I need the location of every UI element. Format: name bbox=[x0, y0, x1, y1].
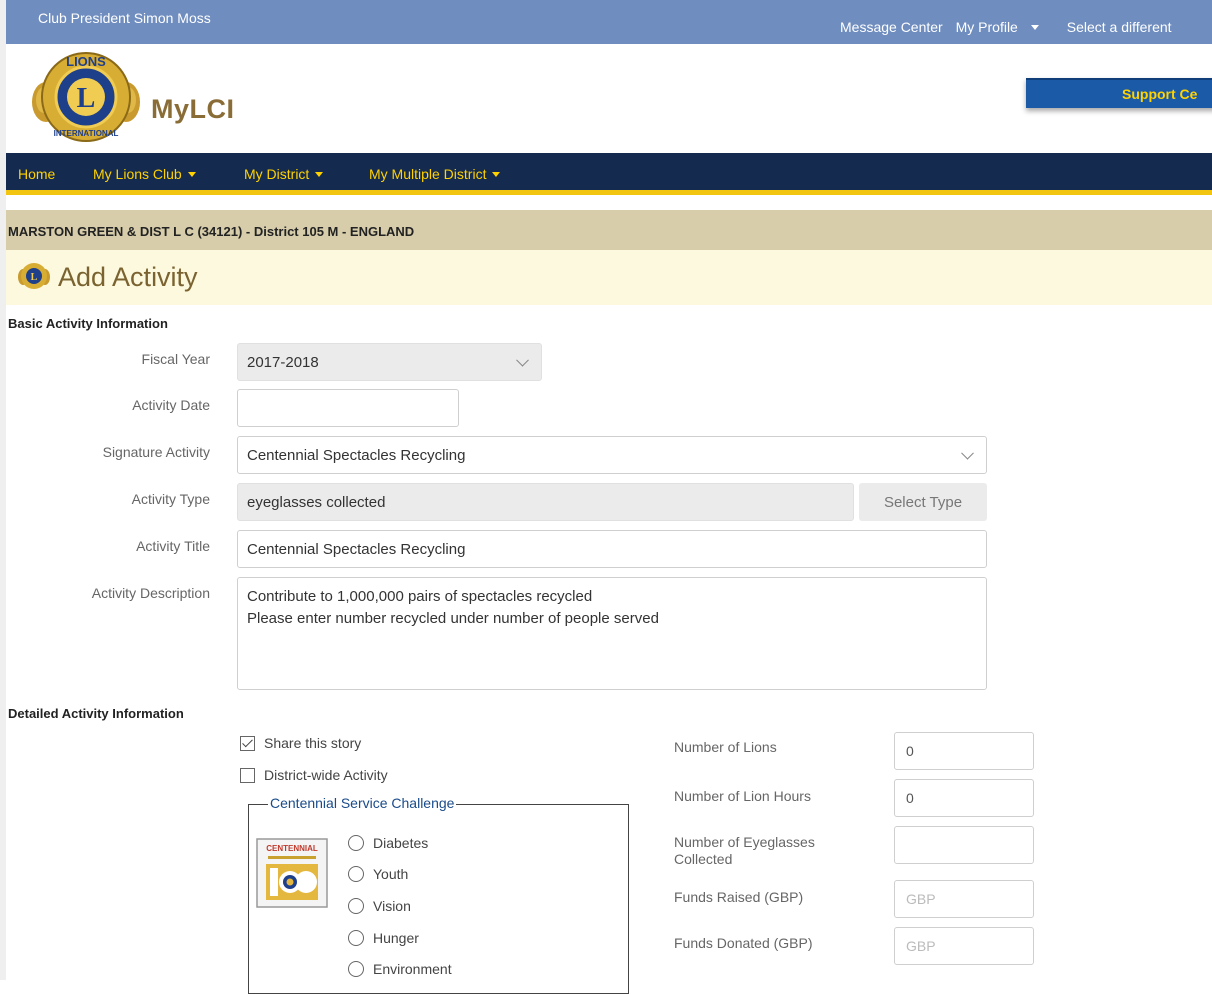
activity-title-label: Activity Title bbox=[136, 538, 210, 554]
svg-text:LIONS: LIONS bbox=[66, 54, 106, 69]
activity-type-field: eyeglasses collected bbox=[237, 483, 854, 521]
radio-youth[interactable]: Youth bbox=[348, 866, 408, 882]
activity-date-label: Activity Date bbox=[132, 397, 210, 413]
eyeglasses-collected-input[interactable] bbox=[894, 826, 1034, 864]
signature-activity-value: Centennial Spectacles Recycling bbox=[247, 446, 466, 464]
club-banner: MARSTON GREEN & DIST L C (34121) - Distr… bbox=[6, 210, 1212, 250]
activity-title-input[interactable]: Centennial Spectacles Recycling bbox=[237, 530, 987, 568]
svg-text:L: L bbox=[31, 272, 38, 283]
header: L LIONS INTERNATIONAL MyLCI Support Ce bbox=[6, 44, 1212, 153]
centennial-challenge-logo: CENTENNIAL bbox=[256, 838, 328, 908]
eyeglasses-label-line-2: Collected bbox=[674, 851, 733, 867]
radio-hunger-label: Hunger bbox=[373, 930, 419, 946]
radio-icon bbox=[348, 961, 364, 977]
radio-diabetes[interactable]: Diabetes bbox=[348, 835, 428, 851]
user-role-name: Club President Simon Moss bbox=[38, 10, 211, 26]
radio-vision-label: Vision bbox=[373, 898, 411, 914]
nav-my-multiple-district-label: My Multiple District bbox=[369, 166, 487, 182]
centennial-logo-text: CENTENNIAL bbox=[266, 844, 318, 853]
chevron-down-icon bbox=[1030, 24, 1039, 30]
share-story-label: Share this story bbox=[264, 735, 362, 751]
chevron-down-icon bbox=[187, 171, 196, 177]
funds-raised-input[interactable]: GBP bbox=[894, 880, 1034, 918]
support-center-button[interactable]: Support Ce bbox=[1026, 78, 1212, 108]
lion-hours-label: Number of Lion Hours bbox=[674, 788, 811, 804]
fiscal-year-label: Fiscal Year bbox=[141, 351, 210, 367]
select-type-button[interactable]: Select Type bbox=[859, 483, 987, 521]
chevron-down-icon bbox=[516, 353, 529, 367]
share-story-checkbox[interactable]: Share this story bbox=[240, 735, 361, 751]
district-wide-checkbox[interactable]: District-wide Activity bbox=[240, 767, 388, 783]
number-of-lions-label: Number of Lions bbox=[674, 739, 777, 755]
funds-raised-label: Funds Raised (GBP) bbox=[674, 889, 804, 905]
fiscal-year-value: 2017-2018 bbox=[247, 353, 319, 371]
centennial-challenge-legend: Centennial Service Challenge bbox=[268, 795, 457, 811]
radio-youth-label: Youth bbox=[373, 866, 409, 882]
radio-environment[interactable]: Environment bbox=[348, 961, 452, 977]
nav-home[interactable]: Home bbox=[18, 166, 55, 182]
nav-my-lions-club[interactable]: My Lions Club bbox=[93, 166, 196, 182]
radio-hunger[interactable]: Hunger bbox=[348, 930, 419, 946]
funds-donated-input[interactable]: GBP bbox=[894, 927, 1034, 965]
svg-text:INTERNATIONAL: INTERNATIONAL bbox=[54, 129, 119, 138]
radio-icon bbox=[348, 835, 364, 851]
lions-logo-icon[interactable]: L LIONS INTERNATIONAL bbox=[32, 50, 140, 145]
nav-my-district[interactable]: My District bbox=[244, 166, 324, 182]
my-profile-label: My Profile bbox=[955, 19, 1018, 35]
radio-icon bbox=[348, 866, 364, 882]
signature-activity-select[interactable]: Centennial Spectacles Recycling bbox=[237, 436, 987, 474]
number-of-lions-input[interactable]: 0 bbox=[894, 732, 1034, 770]
activity-type-label: Activity Type bbox=[131, 491, 210, 507]
top-bar: Club President Simon Moss Message Center… bbox=[6, 0, 1212, 44]
activity-description-textarea[interactable]: Contribute to 1,000,000 pairs of spectac… bbox=[237, 577, 987, 690]
radio-vision[interactable]: Vision bbox=[348, 898, 411, 914]
main-nav: Home My Lions Club My District My Multip… bbox=[6, 153, 1212, 195]
page-title-bar: L Add Activity bbox=[6, 250, 1212, 305]
svg-text:L: L bbox=[77, 83, 96, 114]
lions-seal-icon: L bbox=[18, 263, 50, 289]
detailed-info-heading: Detailed Activity Information bbox=[8, 706, 184, 721]
fiscal-year-select[interactable]: 2017-2018 bbox=[237, 343, 542, 381]
radio-icon bbox=[348, 898, 364, 914]
nav-my-lions-club-label: My Lions Club bbox=[93, 166, 182, 182]
signature-activity-label: Signature Activity bbox=[102, 444, 210, 460]
nav-my-district-label: My District bbox=[244, 166, 310, 182]
brand-name: MyLCI bbox=[151, 94, 235, 124]
funds-donated-label: Funds Donated (GBP) bbox=[674, 935, 813, 951]
description-line-2: Please enter number recycled under numbe… bbox=[247, 610, 659, 627]
lion-hours-input[interactable]: 0 bbox=[894, 779, 1034, 817]
chevron-down-icon bbox=[961, 446, 974, 460]
my-profile-menu[interactable]: My Profile bbox=[956, 19, 1048, 35]
page-title: Add Activity bbox=[58, 262, 198, 292]
top-links: Message Center My Profile Select a diffe… bbox=[840, 19, 1181, 35]
eyeglasses-collected-label: Number of Eyeglasses Collected bbox=[674, 834, 815, 868]
nav-my-multiple-district[interactable]: My Multiple District bbox=[369, 166, 501, 182]
checkbox-checked-icon bbox=[240, 735, 255, 751]
radio-icon bbox=[348, 930, 364, 946]
checkbox-unchecked-icon bbox=[240, 767, 255, 783]
eyeglasses-label-line-1: Number of Eyeglasses bbox=[674, 834, 815, 850]
chevron-down-icon bbox=[492, 171, 501, 177]
radio-diabetes-label: Diabetes bbox=[373, 835, 429, 851]
activity-description-label: Activity Description bbox=[91, 585, 210, 601]
description-line-1: Contribute to 1,000,000 pairs of spectac… bbox=[247, 588, 593, 605]
activity-date-input[interactable] bbox=[237, 389, 459, 427]
message-center-link[interactable]: Message Center bbox=[840, 19, 943, 35]
district-wide-label: District-wide Activity bbox=[264, 767, 388, 783]
radio-environment-label: Environment bbox=[373, 961, 452, 977]
chevron-down-icon bbox=[315, 171, 324, 177]
page-frame: Club President Simon Moss Message Center… bbox=[6, 0, 1212, 994]
basic-info-heading: Basic Activity Information bbox=[8, 316, 168, 331]
select-different-link[interactable]: Select a different bbox=[1067, 19, 1172, 35]
